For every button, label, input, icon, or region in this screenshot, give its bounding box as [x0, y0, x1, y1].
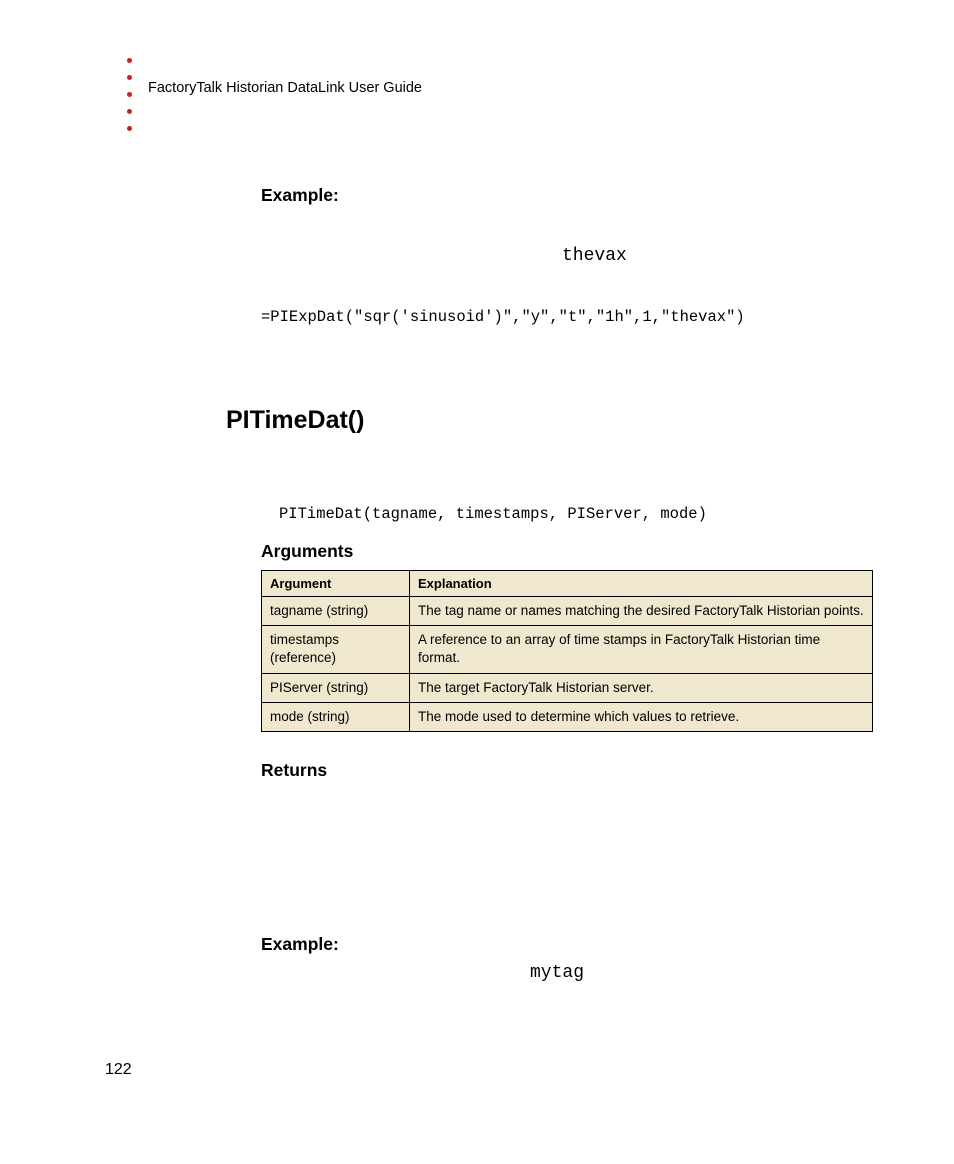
table-row: timestamps (reference) A reference to an…: [262, 626, 873, 673]
bullet-dot-icon: [127, 126, 132, 131]
table-header-row: Argument Explanation: [262, 571, 873, 597]
bullet-dot-icon: [127, 58, 132, 63]
arg-name: mode (string): [262, 702, 410, 731]
arg-explanation: The target FactoryTalk Historian server.: [410, 673, 873, 702]
inline-code-thevax: thevax: [562, 246, 627, 266]
table-row: mode (string) The mode used to determine…: [262, 702, 873, 731]
main-content: Example: =PIExpDat("sqr('sinusoid')","y"…: [261, 185, 876, 1003]
col-explanation: Explanation: [410, 571, 873, 597]
function-title: PITimeDat(): [226, 406, 876, 435]
arg-explanation: The mode used to determine which values …: [410, 702, 873, 731]
table-row: PIServer (string) The target FactoryTalk…: [262, 673, 873, 702]
arg-name: timestamps (reference): [262, 626, 410, 673]
inline-code-mytag: mytag: [530, 963, 584, 983]
arg-explanation: A reference to an array of time stamps i…: [410, 626, 873, 673]
bullet-dot-icon: [127, 109, 132, 114]
function-syntax: PITimeDat(tagname, timestamps, PIServer,…: [279, 505, 876, 523]
col-argument: Argument: [262, 571, 410, 597]
arguments-heading: Arguments: [261, 541, 876, 562]
bullet-dot-icon: [127, 92, 132, 97]
page-header-title: FactoryTalk Historian DataLink User Guid…: [148, 80, 422, 96]
arg-explanation: The tag name or names matching the desir…: [410, 597, 873, 626]
returns-body-placeholder: [261, 789, 876, 879]
example-heading: Example:: [261, 185, 876, 206]
page-number: 122: [105, 1061, 132, 1079]
bullet-decoration: [127, 58, 132, 143]
bullet-dot-icon: [127, 75, 132, 80]
example-heading: Example:: [261, 934, 876, 955]
document-page: FactoryTalk Historian DataLink User Guid…: [0, 0, 954, 1164]
returns-heading: Returns: [261, 760, 876, 781]
arg-name: PIServer (string): [262, 673, 410, 702]
table-row: tagname (string) The tag name or names m…: [262, 597, 873, 626]
arg-name: tagname (string): [262, 597, 410, 626]
example-formula: =PIExpDat("sqr('sinusoid')","y","t","1h"…: [261, 308, 876, 326]
arguments-table: Argument Explanation tagname (string) Th…: [261, 570, 873, 732]
